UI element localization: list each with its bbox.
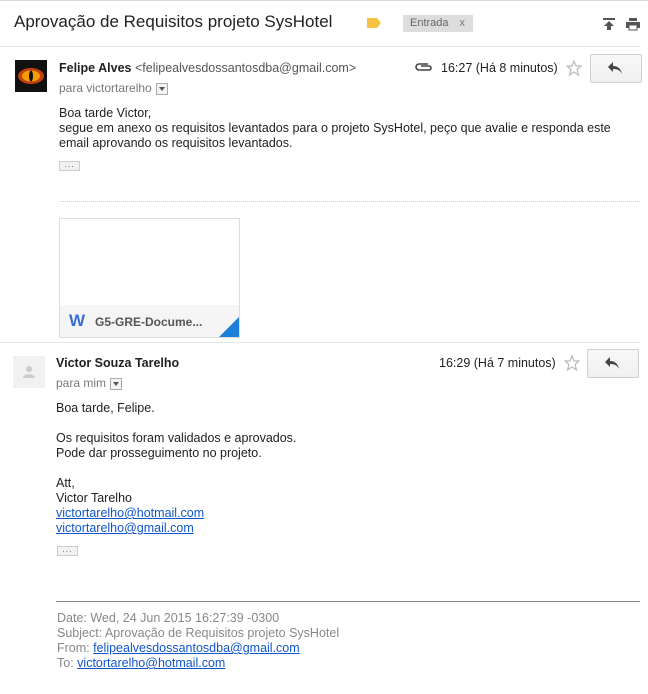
quoted-to: To: victortarelho@hotmail.com [57, 656, 339, 671]
show-trimmed-content-button[interactable]: ... [57, 545, 78, 556]
quoted-to-label: To: [57, 656, 74, 670]
body-line: Os requisitos foram validados e aprovado… [56, 431, 297, 445]
show-trimmed-content-button[interactable]: ... [59, 160, 80, 171]
sender-avatar[interactable] [13, 356, 45, 388]
message-recipient: para mim [56, 376, 123, 390]
details-dropdown-button[interactable] [110, 377, 123, 390]
reply-icon [608, 62, 622, 74]
message-body: Boa tarde, Felipe. Os requisitos foram v… [56, 401, 296, 536]
body-line: Att, [56, 476, 75, 490]
quoted-header: Date: Wed, 24 Jun 2015 16:27:39 -0300 Su… [57, 611, 339, 671]
message-sender[interactable]: Felipe Alves <felipealvesdossantosdba@gm… [59, 61, 356, 75]
star-icon[interactable] [564, 355, 580, 371]
recipient-text: para mim [56, 376, 107, 390]
sender-email: <felipealvesdossantosdba@gmail.com> [134, 61, 357, 75]
attachment-info-bar: W G5-GRE-Docume... [60, 305, 239, 337]
header-separator [0, 46, 640, 47]
details-dropdown-button[interactable] [155, 82, 168, 95]
message-body: Boa tarde Victor, segue em anexo os requ… [59, 106, 611, 151]
sender-name: Felipe Alves [59, 61, 132, 75]
quoted-from-email-link[interactable]: felipealvesdossantosdba@gmail.com [93, 641, 300, 655]
top-border [0, 0, 648, 1]
label-chip-inbox[interactable]: Entrada x [403, 15, 473, 32]
label-chip-text: Entrada [410, 17, 449, 29]
print-icon[interactable] [626, 17, 640, 31]
recipient-text: para victortarelho [59, 81, 152, 95]
body-line: segue em anexo os requisitos levantados … [59, 121, 611, 135]
quoted-subject: Subject: Aprovação de Requisitos projeto… [57, 626, 340, 640]
quoted-date: Date: Wed, 24 Jun 2015 16:27:39 -0300 [57, 611, 280, 625]
body-line: Boa tarde, Felipe. [56, 401, 155, 415]
quoted-to-email-link[interactable]: victortarelho@hotmail.com [77, 656, 225, 670]
reply-icon [605, 357, 619, 369]
quoted-header-divider [56, 601, 640, 602]
sender-avatar[interactable] [15, 60, 47, 92]
paperclip-icon [415, 63, 432, 71]
body-line: Boa tarde Victor, [59, 106, 152, 120]
sender-name: Victor Souza Tarelho [56, 356, 180, 370]
quoted-from-label: From: [57, 641, 90, 655]
body-line: Pode dar prosseguimento no projeto. [56, 446, 262, 460]
expand-all-icon[interactable] [602, 17, 616, 31]
attachment-corner-icon [219, 317, 239, 337]
attachment-name: G5-GRE-Docume... [95, 315, 203, 329]
message-separator [0, 342, 640, 343]
message-time: 16:29 (Há 7 minutos) [439, 356, 556, 370]
reply-button[interactable] [587, 349, 639, 378]
body-line: Victor Tarelho [56, 491, 132, 505]
star-icon[interactable] [566, 60, 582, 76]
label-remove-button[interactable]: x [460, 15, 466, 32]
message-sender[interactable]: Victor Souza Tarelho [56, 356, 179, 370]
reply-button[interactable] [590, 54, 642, 83]
attachment-card[interactable]: W G5-GRE-Docume... [59, 218, 240, 338]
label-tag-icon[interactable] [367, 18, 381, 28]
word-doc-icon: W [69, 311, 86, 330]
message-recipient: para victortarelho [59, 81, 168, 95]
signature-email-link[interactable]: victortarelho@gmail.com [56, 521, 194, 535]
body-line: email aprovando os requisitos levantados… [59, 136, 293, 150]
message-time: 16:27 (Há 8 minutos) [441, 61, 558, 75]
thread-subject: Aprovação de Requisitos projeto SysHotel [14, 12, 333, 31]
signature-email-link[interactable]: victortarelho@hotmail.com [56, 506, 204, 520]
attachment-divider [59, 201, 640, 202]
quoted-from: From: felipealvesdossantosdba@gmail.com [57, 641, 339, 656]
